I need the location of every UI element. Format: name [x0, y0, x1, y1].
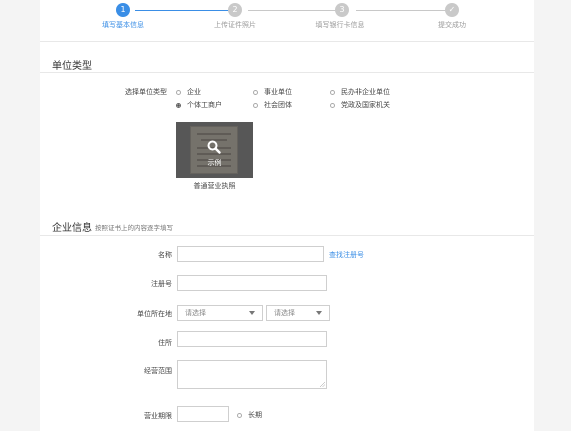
reg-no-input[interactable]	[177, 275, 327, 291]
radio-label: 党政及国家机关	[341, 101, 390, 109]
business-scope-textarea[interactable]	[177, 360, 327, 389]
name-input[interactable]	[177, 246, 324, 262]
company-info-divider	[40, 235, 534, 236]
step-3-circle: 3	[335, 3, 349, 17]
step-4-check-icon: ✓	[445, 3, 459, 17]
address-label: 住所	[158, 339, 172, 347]
sample-caption: 普通营业执照	[193, 182, 236, 190]
term-label: 营业期限	[144, 412, 172, 420]
address-input[interactable]	[177, 331, 327, 347]
step-1-label: 填写基本信息	[102, 21, 144, 29]
magnifier-icon	[207, 140, 221, 154]
company-info-title: 企业信息	[52, 223, 92, 234]
radio-dot	[253, 89, 258, 95]
step-4-label: 提交成功	[438, 21, 466, 29]
checkbox-dot	[237, 412, 242, 418]
radio-dot	[253, 102, 258, 108]
unit-type-title: 单位类型	[52, 61, 92, 72]
radio-label: 民办非企业单位	[341, 88, 390, 96]
radio-dot-checked	[176, 102, 181, 108]
radio-dot	[176, 89, 181, 95]
radio-dot	[330, 89, 335, 95]
step-connector-1	[135, 10, 241, 11]
reg-no-label: 注册号	[151, 280, 172, 288]
long-term-label: 长期	[248, 411, 262, 419]
form-panel: 1 填写基本信息 2 上传证件照片 3 填写银行卡信息 ✓ 提交成功 单位类型 …	[40, 0, 534, 431]
city-select-value: 请选择	[274, 309, 295, 317]
step-connector-2	[248, 10, 348, 11]
location-label: 单位所在地	[137, 310, 172, 318]
radio-government-agency[interactable]: 党政及国家机关	[330, 100, 390, 110]
radio-enterprise[interactable]: 企业	[176, 87, 201, 97]
radio-individual-business[interactable]: 个体工商户	[176, 100, 222, 110]
sample-label: 示例	[207, 159, 222, 167]
long-term-checkbox[interactable]: 长期	[237, 410, 262, 420]
lookup-reg-no-link[interactable]: 查找注册号	[329, 250, 364, 260]
radio-label: 社会团体	[264, 101, 292, 109]
step-2-circle: 2	[228, 3, 242, 17]
license-sample-thumbnail[interactable]: 示例	[176, 122, 253, 178]
step-connector-3	[356, 10, 456, 11]
radio-label: 企业	[187, 88, 201, 96]
step-1-circle: 1	[116, 3, 130, 17]
radio-label: 事业单位	[264, 88, 292, 96]
step-3-label: 填写银行卡信息	[315, 21, 365, 29]
step-2-label: 上传证件照片	[214, 21, 256, 29]
chevron-down-icon	[316, 311, 322, 315]
province-select-value: 请选择	[185, 309, 206, 317]
province-select[interactable]: 请选择	[177, 305, 263, 321]
resize-grip-icon[interactable]	[320, 382, 325, 387]
company-info-hint: 按照证书上的内容逐字填写	[95, 224, 173, 232]
radio-dot	[330, 102, 335, 108]
header-divider	[40, 41, 534, 42]
unit-type-field-label: 选择单位类型	[125, 88, 167, 96]
chevron-down-icon	[249, 311, 255, 315]
radio-private-non-enterprise[interactable]: 民办非企业单位	[330, 87, 390, 97]
radio-public-institution[interactable]: 事业单位	[253, 87, 292, 97]
unit-type-divider	[40, 72, 534, 73]
scope-label: 经营范围	[144, 367, 172, 375]
radio-label: 个体工商户	[187, 101, 222, 109]
name-label: 名称	[158, 251, 172, 259]
term-input[interactable]	[177, 406, 229, 422]
city-select[interactable]: 请选择	[266, 305, 330, 321]
radio-social-organization[interactable]: 社会团体	[253, 100, 292, 110]
